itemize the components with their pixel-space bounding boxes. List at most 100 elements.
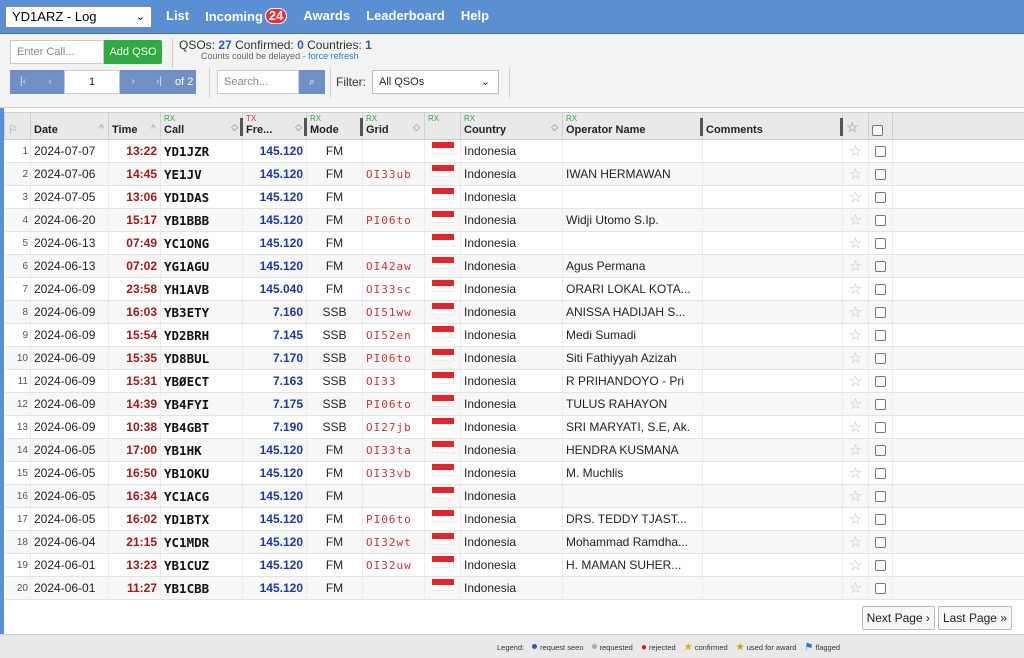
row-star[interactable]: ☆: [842, 346, 869, 370]
star-icon[interactable]: ☆: [849, 465, 862, 482]
next-page-button[interactable]: ›: [120, 70, 146, 94]
row-star[interactable]: ☆: [842, 300, 869, 324]
table-row[interactable]: 10 2024-06-09 15:35 YD8BUL 7.170 SSB PI06to Ind…: [4, 346, 1024, 370]
col-flag-country-header[interactable]: RX: [424, 112, 461, 140]
row-select[interactable]: [868, 438, 893, 462]
row-star[interactable]: ☆: [842, 461, 869, 485]
filter-select[interactable]: All QSOs ⌄: [372, 70, 499, 94]
row-star[interactable]: ☆: [842, 415, 869, 439]
col-country-header[interactable]: RX Country ◇: [460, 112, 563, 140]
col-star-header[interactable]: ☆: [842, 112, 869, 140]
row-select[interactable]: [868, 484, 893, 508]
star-icon[interactable]: ☆: [849, 488, 862, 505]
star-icon[interactable]: ☆: [849, 258, 862, 275]
col-freq-header[interactable]: TX Fre... ◇: [242, 112, 308, 140]
nav-link-incoming[interactable]: Incoming 24: [205, 8, 288, 24]
star-icon[interactable]: ☆: [849, 212, 862, 229]
row-star[interactable]: ☆: [842, 369, 869, 393]
star-icon[interactable]: ☆: [849, 166, 862, 183]
row-checkbox[interactable]: [875, 238, 886, 250]
row-select[interactable]: [868, 369, 893, 393]
star-icon[interactable]: ☆: [849, 235, 862, 252]
row-star[interactable]: ☆: [842, 576, 869, 600]
select-all-checkbox[interactable]: [872, 124, 883, 136]
nav-link-awards[interactable]: Awards: [303, 8, 350, 24]
col-flag-header[interactable]: ⚐: [4, 112, 31, 140]
search-button[interactable]: ⌕: [299, 70, 325, 94]
row-star[interactable]: ☆: [842, 484, 869, 508]
row-select[interactable]: [868, 507, 893, 531]
star-icon[interactable]: ☆: [849, 373, 862, 390]
search-input[interactable]: Search...: [217, 70, 299, 94]
call-input[interactable]: Enter Call...: [10, 40, 104, 64]
star-icon[interactable]: ☆: [849, 557, 862, 574]
row-star[interactable]: ☆: [842, 254, 869, 278]
star-icon[interactable]: ☆: [849, 143, 862, 160]
row-select[interactable]: [868, 415, 893, 439]
row-star[interactable]: ☆: [842, 185, 869, 209]
nav-link-help[interactable]: Help: [461, 8, 489, 24]
row-checkbox[interactable]: [875, 146, 886, 158]
row-select[interactable]: [868, 277, 893, 301]
prev-page-button[interactable]: ‹: [36, 70, 64, 94]
row-select[interactable]: [868, 346, 893, 370]
row-checkbox[interactable]: [875, 583, 886, 595]
row-checkbox[interactable]: [875, 169, 886, 181]
row-checkbox[interactable]: [875, 192, 886, 204]
table-row[interactable]: 4 2024-06-20 15:17 YB1BBB 145.120 FM PI06to Ind…: [4, 208, 1024, 232]
row-select[interactable]: [868, 300, 893, 324]
col-mode-header[interactable]: RX Mode: [306, 112, 364, 140]
row-star[interactable]: ☆: [842, 507, 869, 531]
nav-link-leaderboard[interactable]: Leaderboard: [366, 8, 445, 24]
row-select[interactable]: [868, 323, 893, 347]
row-select[interactable]: [868, 576, 893, 600]
log-select[interactable]: YD1ARZ - Log ⌄: [5, 6, 152, 28]
row-star[interactable]: ☆: [842, 208, 869, 232]
row-checkbox[interactable]: [875, 215, 886, 227]
table-row[interactable]: 11 2024-06-09 15:31 YBØECT 7.163 SSB OI33 Indon…: [4, 369, 1024, 393]
row-select[interactable]: [868, 162, 893, 186]
row-star[interactable]: ☆: [842, 323, 869, 347]
row-star[interactable]: ☆: [842, 162, 869, 186]
table-row[interactable]: 12 2024-06-09 14:39 YB4FYI 7.175 SSB PI06to Ind…: [4, 392, 1024, 416]
table-row[interactable]: 20 2024-06-01 11:27 YB1CBB 145.120 FM Indonesi…: [4, 576, 1024, 600]
row-star[interactable]: ☆: [842, 530, 869, 554]
row-select[interactable]: [868, 185, 893, 209]
table-row[interactable]: 15 2024-06-05 16:50 YB1OKU 145.120 FM OI33vb In…: [4, 461, 1024, 485]
table-row[interactable]: 17 2024-06-05 16:02 YD1BTX 145.120 FM PI06to In…: [4, 507, 1024, 531]
row-checkbox[interactable]: [875, 491, 886, 503]
table-row[interactable]: 16 2024-06-05 16:34 YC1ACG 145.120 FM Indonesi…: [4, 484, 1024, 508]
star-icon[interactable]: ☆: [849, 189, 862, 206]
row-checkbox[interactable]: [875, 445, 886, 457]
star-icon[interactable]: ☆: [849, 511, 862, 528]
star-icon[interactable]: ☆: [849, 304, 862, 321]
last-page-link[interactable]: Last Page »: [937, 606, 1012, 630]
row-select[interactable]: [868, 530, 893, 554]
table-row[interactable]: 2 2024-07-06 14:45 YE1JV 145.120 FM OI33ub Indo…: [4, 162, 1024, 186]
row-checkbox[interactable]: [875, 307, 886, 319]
row-star[interactable]: ☆: [842, 231, 869, 255]
star-icon[interactable]: ☆: [849, 419, 862, 436]
next-page-link[interactable]: Next Page ›: [861, 606, 935, 630]
row-checkbox[interactable]: [875, 353, 886, 365]
star-icon[interactable]: ☆: [849, 580, 862, 597]
table-row[interactable]: 6 2024-06-13 07:02 YG1AGU 145.120 FM OI42aw Ind…: [4, 254, 1024, 278]
page-number-input[interactable]: 1: [64, 70, 120, 94]
last-page-button[interactable]: ›|: [146, 70, 172, 94]
table-row[interactable]: 3 2024-07-05 13:06 YD1DAS 145.120 FM Indonesia…: [4, 185, 1024, 209]
star-icon[interactable]: ☆: [849, 350, 862, 367]
row-checkbox[interactable]: [875, 560, 886, 572]
col-operator-header[interactable]: RX Operator Name: [562, 112, 704, 140]
row-select[interactable]: [868, 553, 893, 577]
row-star[interactable]: ☆: [842, 438, 869, 462]
nav-link-list[interactable]: List: [166, 8, 189, 24]
row-checkbox[interactable]: [875, 261, 886, 273]
add-qso-button[interactable]: Add QSO: [104, 40, 162, 64]
row-select[interactable]: [868, 208, 893, 232]
row-checkbox[interactable]: [875, 330, 886, 342]
col-select-header[interactable]: [868, 112, 893, 140]
table-row[interactable]: 13 2024-06-09 10:38 YB4GBT 7.190 SSB OI27jb Ind…: [4, 415, 1024, 439]
table-row[interactable]: 8 2024-06-09 16:03 YB3ETY 7.160 SSB OI51ww Indo…: [4, 300, 1024, 324]
row-star[interactable]: ☆: [842, 392, 869, 416]
first-page-button[interactable]: |‹: [10, 70, 36, 94]
